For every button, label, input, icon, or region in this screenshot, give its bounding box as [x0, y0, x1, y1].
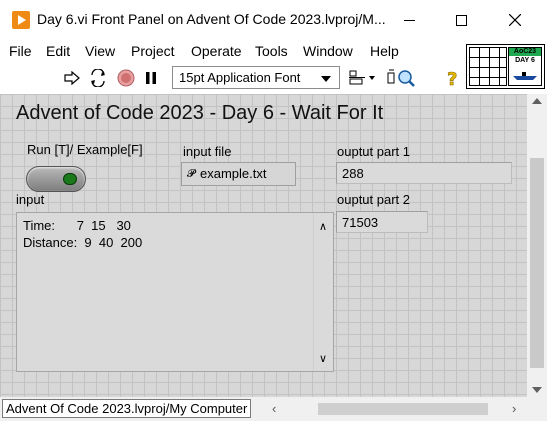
abort-icon: [117, 69, 135, 87]
front-panel: Advent of Code 2023 - Day 6 - Wait For I…: [0, 94, 527, 397]
scroll-left-icon[interactable]: ‹: [272, 401, 276, 416]
menu-help[interactable]: Help: [370, 43, 399, 59]
output-part1-value: 288: [342, 166, 364, 181]
close-icon: [509, 14, 521, 26]
abort-button[interactable]: [116, 68, 136, 88]
title-bar: Day 6.vi Front Panel on Advent Of Code 2…: [0, 0, 547, 40]
toggle-led-icon: [63, 173, 77, 185]
vi-icon-band: AoC23: [509, 48, 541, 56]
menu-bar: File Edit View Project Operate Tools Win…: [0, 40, 466, 62]
run-continuously-button[interactable]: [87, 68, 109, 88]
boat-icon: [513, 72, 537, 80]
maximize-button[interactable]: [438, 0, 484, 40]
chevron-down-icon: [321, 76, 331, 82]
labview-app-icon: [12, 11, 30, 29]
menu-file[interactable]: File: [9, 43, 32, 59]
connector-pane-grid: [469, 47, 507, 86]
svg-text:?: ?: [447, 69, 457, 88]
vi-connector-pane[interactable]: AoC23 DAY 6: [466, 44, 545, 89]
scrollbar-thumb[interactable]: [530, 158, 544, 368]
reorder-button[interactable]: [386, 68, 416, 88]
pause-icon: [146, 72, 156, 84]
panel-vertical-scrollbar[interactable]: [527, 94, 547, 397]
run-button-label: Run [T]/ Example[F]: [27, 142, 143, 157]
input-text-value: Time: 7 15 30 Distance: 9 40 200: [23, 218, 143, 250]
maximize-icon: [455, 14, 467, 26]
close-button[interactable]: [492, 0, 538, 40]
input-file-value: example.txt: [200, 166, 267, 181]
status-bar: Advent Of Code 2023.lvproj/My Computer ‹…: [0, 397, 547, 421]
vi-icon-day: DAY 6: [515, 57, 535, 64]
menu-edit[interactable]: Edit: [46, 43, 70, 59]
menu-project[interactable]: Project: [131, 43, 175, 59]
menu-view[interactable]: View: [85, 43, 115, 59]
output-part2-label: ouptut part 2: [337, 192, 410, 207]
pause-button[interactable]: [142, 68, 160, 88]
menu-operate[interactable]: Operate: [191, 43, 242, 59]
window-title: Day 6.vi Front Panel on Advent Of Code 2…: [37, 11, 386, 27]
scroll-down-icon[interactable]: [532, 387, 542, 393]
font-selector[interactable]: 15pt Application Font: [172, 66, 340, 89]
input-text-control[interactable]: Time: 7 15 30 Distance: 9 40 200 ∧ ∨: [16, 212, 334, 372]
run-continuously-icon: [91, 69, 105, 87]
context-help-icon: ?: [447, 69, 458, 88]
panel-title: Advent of Code 2023 - Day 6 - Wait For I…: [16, 102, 384, 124]
menu-tools[interactable]: Tools: [255, 43, 288, 59]
align-icon: [349, 70, 375, 85]
path-browse-icon: 𝓟: [187, 168, 195, 180]
align-objects-button[interactable]: [348, 68, 378, 88]
horizontal-scrollbar-thumb[interactable]: [318, 403, 488, 415]
input-file-path[interactable]: 𝓟 example.txt: [181, 162, 296, 186]
input-label: input: [16, 192, 45, 207]
output-part2-indicator: 71503: [336, 211, 428, 233]
output-part1-label: ouptut part 1: [337, 144, 410, 159]
vi-icon: AoC23 DAY 6: [508, 47, 542, 86]
menu-window[interactable]: Window: [303, 43, 353, 59]
run-button[interactable]: [62, 68, 82, 88]
run-example-toggle[interactable]: [26, 166, 86, 192]
reorder-zoom-icon: [387, 69, 415, 87]
input-file-label: input file: [183, 144, 232, 159]
font-selector-value: 15pt Application Font: [179, 70, 301, 85]
scroll-down-icon[interactable]: ∨: [319, 354, 327, 365]
scroll-right-icon[interactable]: ›: [512, 401, 516, 416]
input-text-scrollbar[interactable]: ∧ ∨: [313, 213, 333, 371]
scroll-up-icon[interactable]: ∧: [319, 222, 327, 233]
context-help-button[interactable]: ?: [444, 68, 462, 88]
scroll-up-icon[interactable]: [532, 98, 542, 104]
output-part1-indicator: 288: [336, 162, 512, 184]
output-part2-value: 71503: [342, 215, 379, 230]
project-context: Advent Of Code 2023.lvproj/My Computer: [2, 399, 252, 418]
run-arrow-icon: [64, 71, 80, 85]
minimize-icon: [403, 19, 415, 21]
minimize-button[interactable]: [386, 0, 432, 40]
